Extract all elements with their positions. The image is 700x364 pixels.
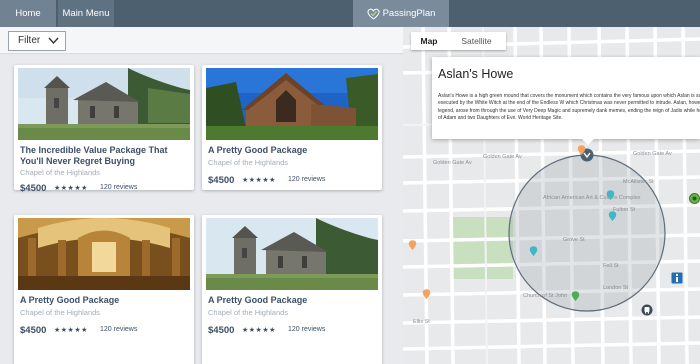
card-title[interactable]: A Pretty Good Package — [208, 145, 378, 156]
transit-icon[interactable] — [641, 304, 653, 316]
package-card[interactable]: The Incredible Value Package That You'll… — [14, 65, 194, 194]
card-price: $4500 — [20, 183, 47, 194]
popup-title: Aslan's Howe — [438, 67, 514, 81]
card-subtitle: Chapel of the Highlands — [208, 158, 289, 167]
card-subtitle: Chapel of the Highlands — [208, 308, 289, 317]
review-count: 120 reviews — [100, 326, 138, 333]
package-card-grid: The Incredible Value Package That You'll… — [0, 55, 403, 364]
card-title[interactable]: The Incredible Value Package That You'll… — [20, 145, 190, 166]
results-panel: Filter The Incredible Value Package That… — [0, 27, 403, 364]
card-title[interactable]: A Pretty Good Package — [20, 295, 190, 306]
logo-text: PassingPlan — [382, 8, 436, 19]
map-tab[interactable]: Map — [411, 32, 447, 50]
satellite-tab[interactable]: Satellite — [447, 32, 506, 50]
teal-poi-icon[interactable] — [606, 190, 615, 200]
street-label: McAllister St — [623, 179, 654, 185]
package-card[interactable]: A Pretty Good Package Chapel of the High… — [202, 65, 382, 190]
nav-home-button[interactable]: Home — [0, 0, 56, 27]
star-rating: ★★★★★ — [242, 177, 276, 184]
filter-label: Filter — [18, 35, 41, 46]
filter-bar: Filter — [0, 27, 403, 54]
package-card[interactable]: A Pretty Good Package Chapel of the High… — [202, 215, 382, 364]
review-count: 120 reviews — [288, 326, 326, 333]
review-count: 120 reviews — [288, 176, 326, 183]
chevron-down-icon — [48, 37, 59, 45]
teal-poi-icon[interactable] — [608, 211, 617, 221]
package-card[interactable]: A Pretty Good Package Chapel of the High… — [14, 215, 194, 364]
review-count: 120 reviews — [100, 184, 138, 191]
card-subtitle: Chapel of the Highlands — [20, 308, 101, 317]
card-photo — [18, 68, 190, 140]
street-label: Golden Gate Av — [433, 160, 472, 166]
map-type-toggle: Map Satellite — [411, 32, 506, 50]
orange-poi-icon[interactable] — [408, 240, 417, 250]
green-poi-icon[interactable] — [571, 291, 580, 301]
passingplan-logo[interactable]: PassingPlan — [353, 0, 449, 27]
street-label: African American Art & Culture Complex — [543, 195, 641, 201]
top-nav-bar: Home Main Menu PassingPlan — [0, 0, 700, 27]
star-rating: ★★★★★ — [54, 327, 88, 334]
street-label: Ellis St — [413, 319, 430, 325]
card-title[interactable]: A Pretty Good Package — [208, 295, 378, 306]
heart-check-icon — [366, 8, 380, 20]
card-price: $4500 — [208, 325, 235, 336]
green-dot-icon[interactable] — [689, 193, 700, 204]
street-label: London St — [603, 285, 629, 291]
map-view[interactable]: Golden Gate Av Golden Gate Av Golden Gat… — [403, 27, 700, 364]
orange-poi-icon[interactable] — [577, 145, 586, 155]
card-subtitle: Chapel of the Highlands — [20, 168, 101, 177]
teal-poi-icon[interactable] — [529, 246, 538, 256]
nav-main-menu-button[interactable]: Main Menu — [58, 0, 114, 27]
card-photo — [206, 218, 378, 290]
card-price: $4500 — [20, 325, 47, 336]
star-rating: ★★★★★ — [242, 327, 276, 334]
star-rating: ★★★★★ — [54, 185, 88, 192]
street-label: Fell St — [603, 263, 619, 269]
orange-poi-icon[interactable] — [422, 289, 431, 299]
street-label: Golden Gate Av — [633, 151, 672, 157]
card-photo — [18, 218, 190, 290]
popup-pointer — [581, 138, 595, 145]
street-label: Church of St John — [523, 293, 567, 299]
park-area — [451, 217, 513, 279]
filter-dropdown[interactable]: Filter — [8, 31, 66, 51]
street-label: Golden Gate Av — [483, 154, 522, 160]
card-price: $4500 — [208, 175, 235, 186]
card-photo — [206, 68, 378, 140]
popup-description: Aslan's Howe is a high green mound that … — [438, 93, 700, 121]
location-popup: Aslan's Howe Aslan's Howe is a high gree… — [432, 57, 700, 139]
info-icon[interactable] — [671, 272, 683, 284]
street-label: Grove St — [563, 237, 585, 243]
